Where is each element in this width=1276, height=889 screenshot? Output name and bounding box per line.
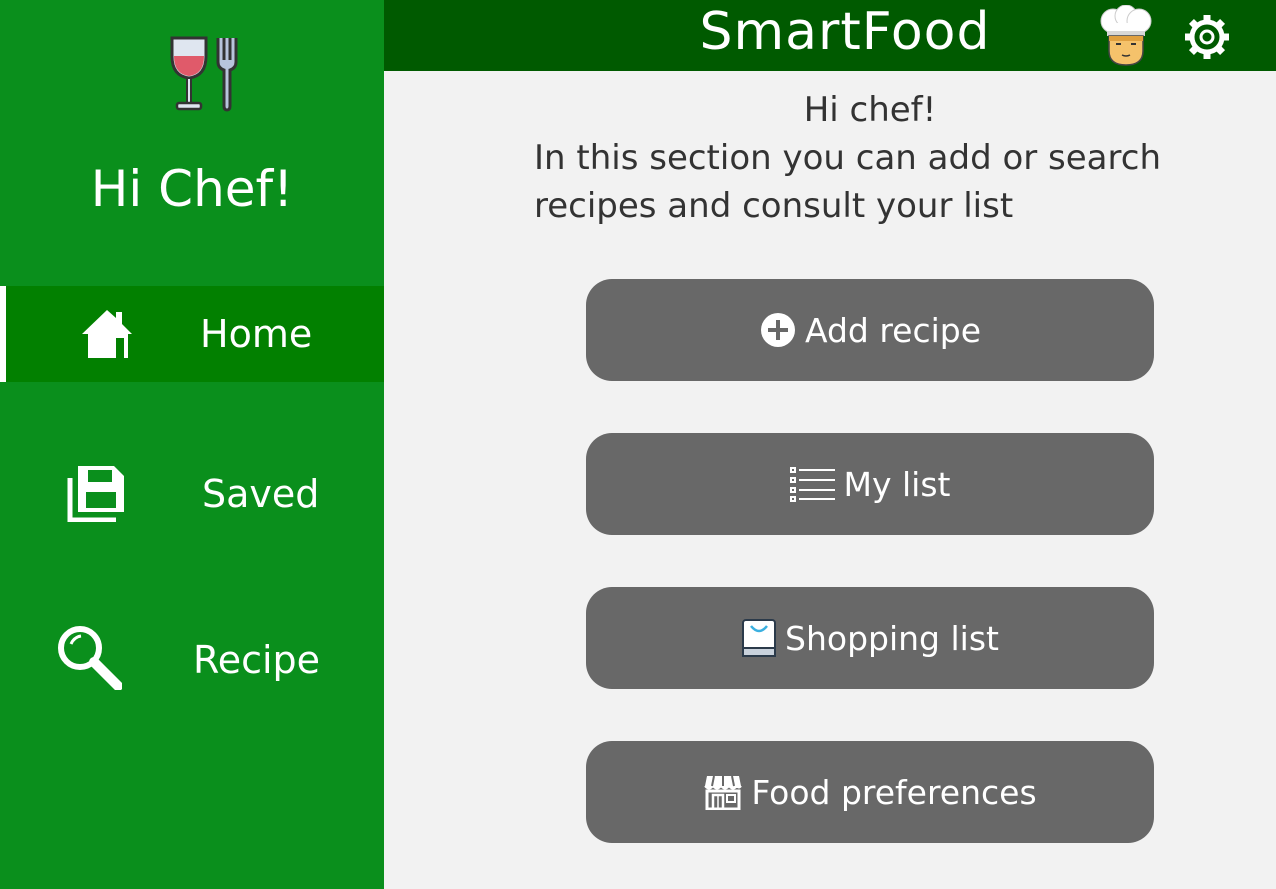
sidebar-item-label: Recipe — [193, 638, 321, 682]
settings-gear-icon[interactable] — [1184, 14, 1230, 60]
welcome-description-line: In this section you can add or search — [534, 138, 1161, 178]
wine-fork-logo-icon — [170, 36, 238, 112]
my-list-label: My list — [843, 464, 951, 504]
home-icon — [82, 310, 132, 358]
welcome-greeting: Hi chef! — [803, 90, 937, 130]
my-list-button[interactable]: My list — [586, 433, 1154, 535]
add-recipe-button[interactable]: Add recipe — [586, 279, 1154, 381]
sidebar-item-home[interactable]: Home — [0, 286, 384, 382]
search-icon — [58, 626, 122, 690]
add-recipe-label: Add recipe — [804, 310, 982, 350]
sidebar-item-recipe[interactable]: Recipe — [0, 612, 384, 708]
chef-avatar-icon[interactable] — [1097, 5, 1155, 67]
sidebar-item-label: Home — [200, 312, 313, 356]
shopping-list-button[interactable]: Shopping list — [586, 587, 1154, 689]
sidebar: Hi Chef! Home Saved Recipe — [0, 0, 384, 889]
shopping-list-label: Shopping list — [785, 618, 999, 658]
save-icon — [67, 466, 124, 522]
welcome-description-line: recipes and consult your list — [534, 186, 1014, 226]
shopping-bag-icon — [742, 619, 777, 657]
list-icon — [789, 467, 835, 502]
top-header: SmartFood — [384, 0, 1276, 71]
food-preferences-label: Food preferences — [751, 772, 1037, 812]
store-icon — [704, 775, 743, 810]
welcome-message: Hi chef! In this section you can add or … — [534, 86, 1234, 230]
add-circle-icon — [760, 313, 795, 347]
sidebar-item-label: Saved — [202, 472, 320, 516]
active-indicator — [0, 286, 6, 382]
food-preferences-button[interactable]: Food preferences — [586, 741, 1154, 843]
sidebar-item-saved[interactable]: Saved — [0, 446, 384, 542]
sidebar-greeting: Hi Chef! — [90, 160, 294, 218]
